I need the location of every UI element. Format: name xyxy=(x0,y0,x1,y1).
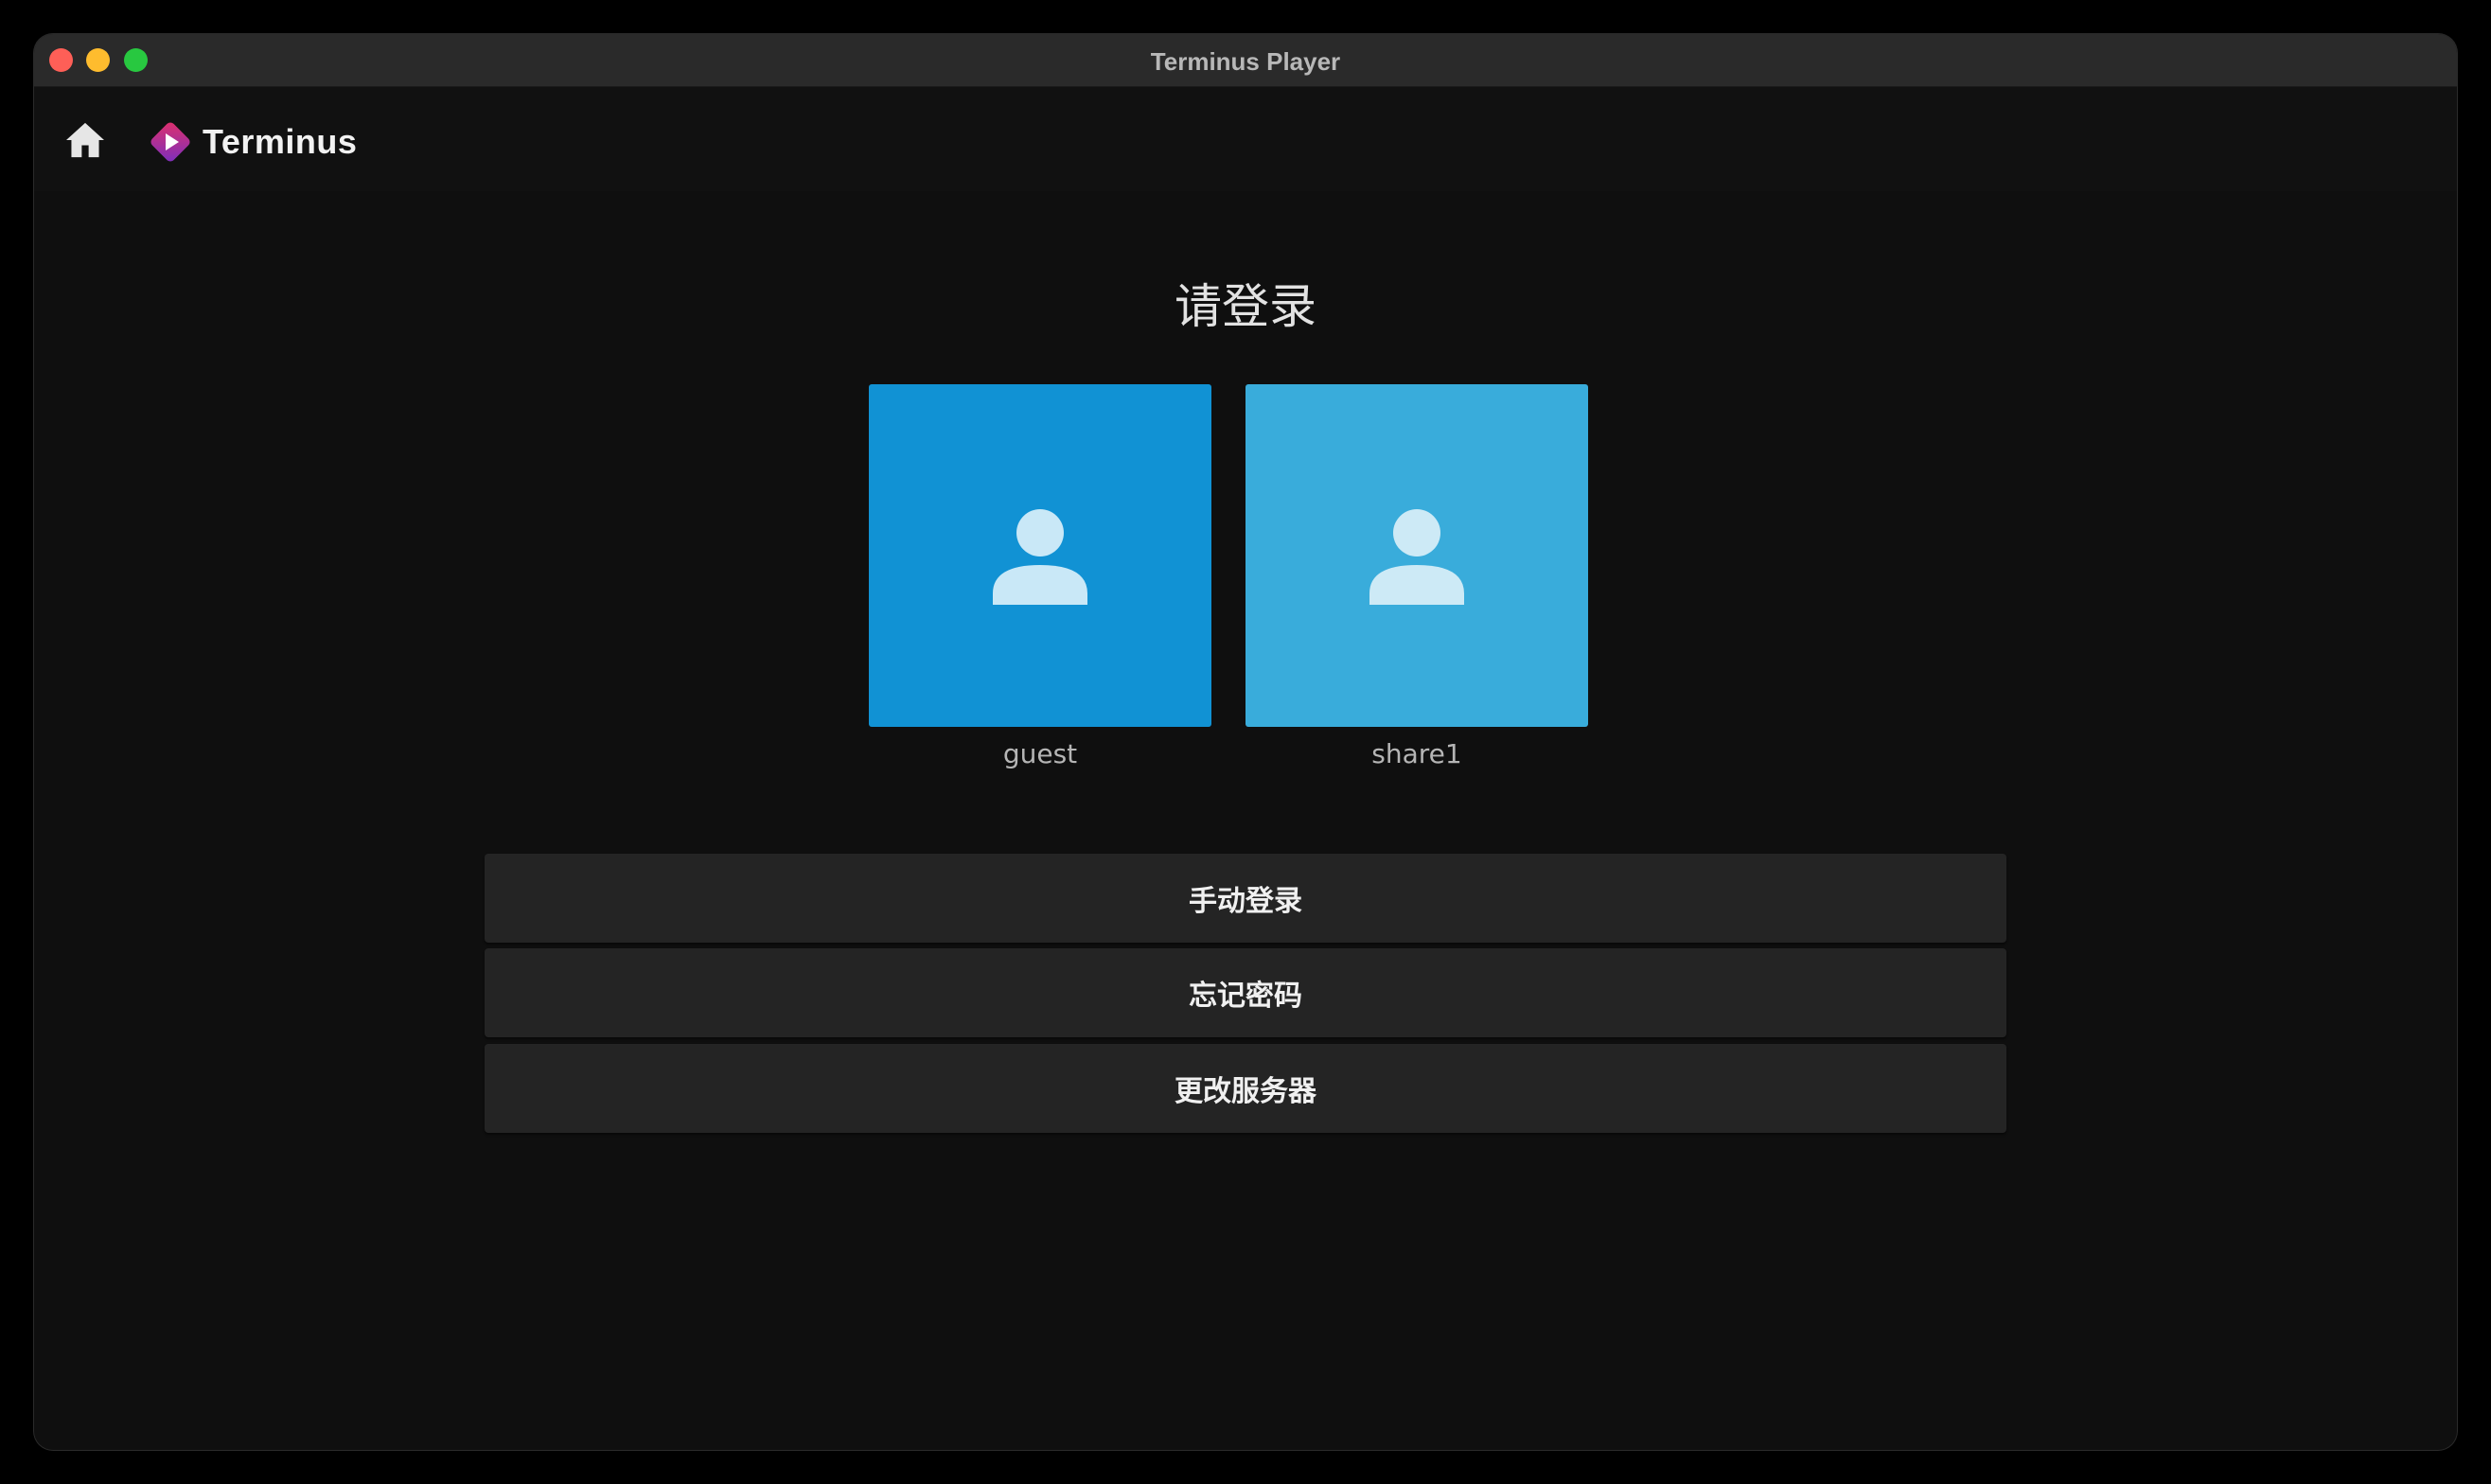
title-bar: Terminus Player xyxy=(34,34,2457,87)
user-name: share1 xyxy=(1371,738,1462,769)
user-avatar[interactable] xyxy=(1246,384,1588,727)
forgot-password-button[interactable]: 忘记密码 xyxy=(485,948,2006,1037)
logo-text: Terminus xyxy=(203,122,358,161)
user-avatar[interactable] xyxy=(869,384,1211,727)
change-server-button[interactable]: 更改服务器 xyxy=(485,1044,2006,1133)
window-title: Terminus Player xyxy=(1150,47,1341,76)
user-tile-guest[interactable]: guest xyxy=(869,384,1211,769)
login-heading: 请登录 xyxy=(1175,279,1316,334)
manual-login-button[interactable]: 手动登录 xyxy=(485,854,2006,943)
home-icon xyxy=(66,122,104,158)
user-tile-share1[interactable]: share1 xyxy=(1246,384,1588,769)
person-icon xyxy=(993,509,1087,605)
user-name: guest xyxy=(1002,738,1078,769)
person-icon xyxy=(1369,509,1464,605)
app-logo[interactable]: Terminus xyxy=(146,115,357,168)
app-header: Terminus xyxy=(34,87,2457,191)
app-window: Terminus Player Terminus 请登录 guest share… xyxy=(34,34,2457,1450)
home-button[interactable] xyxy=(59,114,112,167)
terminus-logo-icon xyxy=(150,122,190,162)
